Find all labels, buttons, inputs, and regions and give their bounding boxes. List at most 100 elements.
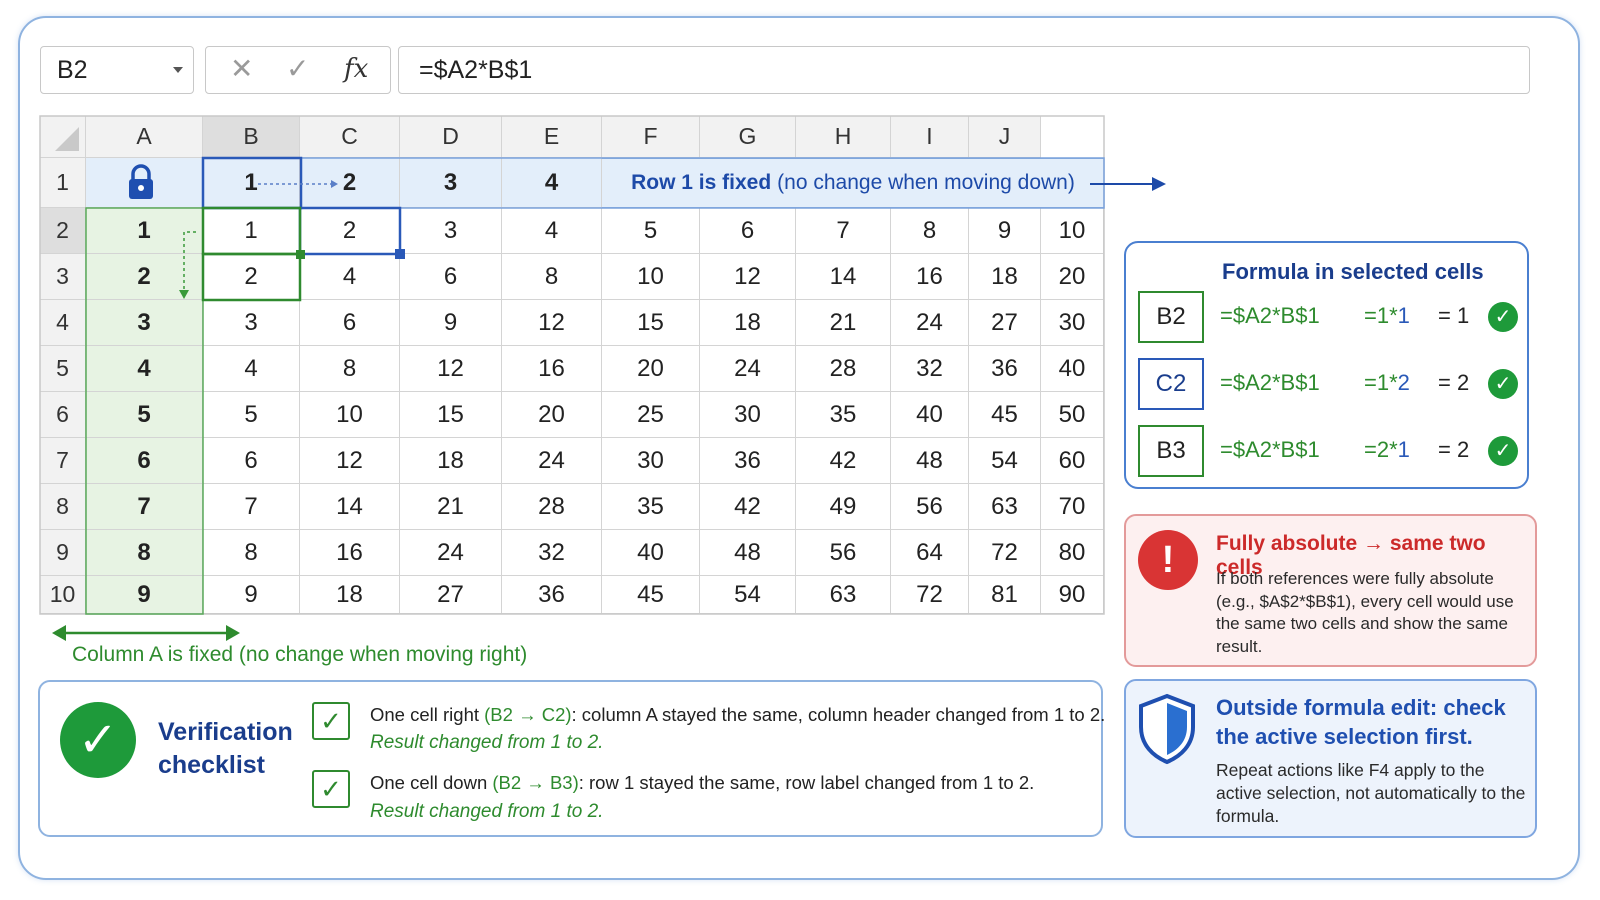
table-cell[interactable]: 40	[1041, 346, 1104, 392]
table-cell[interactable]: 28	[796, 346, 891, 392]
table-cell[interactable]: 18	[700, 300, 796, 346]
column-header-j[interactable]: J	[969, 116, 1041, 158]
table-cell[interactable]: 56	[891, 484, 969, 530]
table-cell[interactable]: 32	[502, 530, 602, 576]
table-cell[interactable]: 12	[700, 254, 796, 300]
row-header-7[interactable]: 7	[40, 438, 86, 484]
table-cell[interactable]: 12	[502, 300, 602, 346]
column-header-f[interactable]: F	[602, 116, 700, 158]
column-header-d[interactable]: D	[400, 116, 502, 158]
cell-column-a[interactable]: 3	[86, 300, 203, 346]
cell-column-a[interactable]: 2	[86, 254, 203, 300]
chevron-down-icon[interactable]	[173, 67, 183, 73]
enter-icon[interactable]: ✓	[286, 52, 309, 85]
table-cell[interactable]: 7	[203, 484, 300, 530]
cell-column-a[interactable]: 7	[86, 484, 203, 530]
table-cell[interactable]: 18	[969, 254, 1041, 300]
checkbox-icon[interactable]: ✓	[312, 702, 350, 740]
table-cell[interactable]: 63	[969, 484, 1041, 530]
row-header-4[interactable]: 4	[40, 300, 86, 346]
cell-row1[interactable]: 3	[400, 158, 502, 208]
table-cell[interactable]: 8	[203, 530, 300, 576]
table-cell[interactable]: 16	[891, 254, 969, 300]
table-cell[interactable]: 14	[300, 484, 400, 530]
table-cell[interactable]: 15	[400, 392, 502, 438]
table-cell[interactable]: 56	[796, 530, 891, 576]
table-cell[interactable]: 21	[400, 484, 502, 530]
cell-column-a[interactable]: 8	[86, 530, 203, 576]
table-cell[interactable]: 42	[796, 438, 891, 484]
table-cell[interactable]: 49	[796, 484, 891, 530]
table-cell[interactable]: 2	[203, 254, 300, 300]
table-cell[interactable]: 10	[602, 254, 700, 300]
table-cell[interactable]: 30	[1041, 300, 1104, 346]
formula-input[interactable]: =$A2*B$1	[398, 46, 1530, 94]
table-cell[interactable]: 12	[400, 346, 502, 392]
table-cell[interactable]: 54	[700, 576, 796, 614]
table-cell[interactable]: 24	[400, 530, 502, 576]
cell-row1[interactable]: 2	[300, 158, 400, 208]
cell-column-a[interactable]: 1	[86, 208, 203, 254]
table-cell[interactable]: 45	[602, 576, 700, 614]
cell-a1[interactable]	[86, 158, 203, 208]
table-cell[interactable]: 64	[891, 530, 969, 576]
insert-function-icon[interactable]: fx	[344, 54, 368, 84]
cell-row1[interactable]: 4	[502, 158, 602, 208]
row-header-2[interactable]: 2	[40, 208, 86, 254]
table-cell[interactable]: 5	[203, 392, 300, 438]
table-cell[interactable]: 25	[602, 392, 700, 438]
table-cell[interactable]: 54	[969, 438, 1041, 484]
table-cell[interactable]: 32	[891, 346, 969, 392]
table-cell[interactable]: 12	[300, 438, 400, 484]
table-cell[interactable]: 6	[700, 208, 796, 254]
table-cell[interactable]: 27	[400, 576, 502, 614]
table-cell[interactable]: 27	[969, 300, 1041, 346]
table-cell[interactable]: 8	[891, 208, 969, 254]
column-header-a[interactable]: A	[86, 116, 203, 158]
table-cell[interactable]: 9	[203, 576, 300, 614]
table-cell[interactable]: 50	[1041, 392, 1104, 438]
table-cell[interactable]: 4	[502, 208, 602, 254]
table-cell[interactable]: 21	[796, 300, 891, 346]
row-header-9[interactable]: 9	[40, 530, 86, 576]
table-cell[interactable]: 7	[796, 208, 891, 254]
table-cell[interactable]: 3	[203, 300, 300, 346]
name-box[interactable]: B2	[40, 46, 194, 94]
table-cell[interactable]: 4	[300, 254, 400, 300]
table-cell[interactable]: 20	[1041, 254, 1104, 300]
table-cell[interactable]: 24	[891, 300, 969, 346]
table-cell[interactable]: 90	[1041, 576, 1104, 614]
cancel-icon[interactable]: ✕	[230, 52, 253, 85]
table-cell[interactable]: 45	[969, 392, 1041, 438]
row-header-3[interactable]: 3	[40, 254, 86, 300]
table-cell[interactable]: 1	[203, 208, 300, 254]
table-cell[interactable]: 20	[502, 392, 602, 438]
table-cell[interactable]: 10	[300, 392, 400, 438]
table-cell[interactable]: 4	[203, 346, 300, 392]
table-cell[interactable]: 42	[700, 484, 796, 530]
table-cell[interactable]: 16	[502, 346, 602, 392]
table-cell[interactable]: 72	[969, 530, 1041, 576]
table-cell[interactable]: 36	[502, 576, 602, 614]
table-cell[interactable]: 60	[1041, 438, 1104, 484]
table-cell[interactable]: 18	[400, 438, 502, 484]
table-cell[interactable]: 30	[700, 392, 796, 438]
table-cell[interactable]: 18	[300, 576, 400, 614]
table-cell[interactable]: 5	[602, 208, 700, 254]
table-cell[interactable]: 72	[891, 576, 969, 614]
row-header-5[interactable]: 5	[40, 346, 86, 392]
table-cell[interactable]: 9	[969, 208, 1041, 254]
row-header-10[interactable]: 10	[40, 576, 86, 614]
table-cell[interactable]: 36	[969, 346, 1041, 392]
row-header-6[interactable]: 6	[40, 392, 86, 438]
table-cell[interactable]: 48	[891, 438, 969, 484]
table-cell[interactable]: 35	[796, 392, 891, 438]
checkbox-icon[interactable]: ✓	[312, 770, 350, 808]
table-cell[interactable]: 80	[1041, 530, 1104, 576]
column-header-g[interactable]: G	[700, 116, 796, 158]
table-cell[interactable]: 15	[602, 300, 700, 346]
table-cell[interactable]: 3	[400, 208, 502, 254]
cell-column-a[interactable]: 6	[86, 438, 203, 484]
column-header-c[interactable]: C	[300, 116, 400, 158]
column-header-i[interactable]: I	[891, 116, 969, 158]
